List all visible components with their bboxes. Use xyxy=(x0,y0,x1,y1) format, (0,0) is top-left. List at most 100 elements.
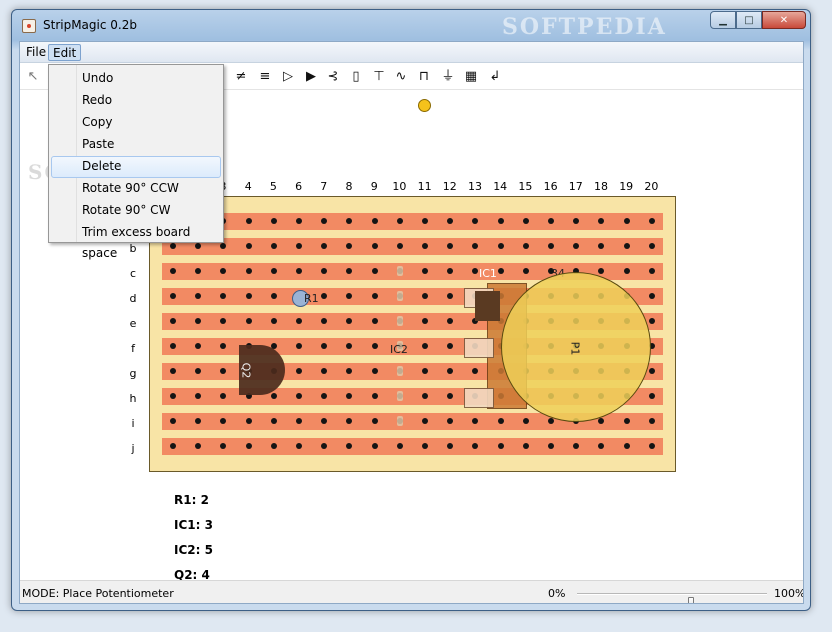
board-hole[interactable] xyxy=(170,368,176,374)
wire-icon[interactable]: ∿ xyxy=(392,68,410,86)
led-icon[interactable]: ▶ xyxy=(302,68,320,86)
board-hole[interactable] xyxy=(296,318,302,324)
board-hole[interactable] xyxy=(497,418,504,424)
track-cut[interactable] xyxy=(397,291,403,301)
board-hole[interactable] xyxy=(648,368,655,374)
board-hole[interactable] xyxy=(623,243,630,249)
board-hole[interactable] xyxy=(270,293,277,299)
board-hole[interactable] xyxy=(422,343,428,349)
board-hole[interactable] xyxy=(270,443,277,449)
board-hole[interactable] xyxy=(396,218,403,224)
link-icon[interactable]: ↲ xyxy=(486,68,504,86)
board-hole[interactable] xyxy=(371,318,378,324)
jumper-icon[interactable]: ⊤ xyxy=(370,68,388,86)
board-hole[interactable] xyxy=(296,268,302,274)
polarized-capacitor-icon[interactable]: ≡ xyxy=(256,68,274,86)
board-hole[interactable] xyxy=(623,268,630,274)
board-hole[interactable] xyxy=(422,218,428,224)
board-hole[interactable] xyxy=(648,243,655,249)
board-hole[interactable] xyxy=(497,243,504,249)
track-cut[interactable] xyxy=(397,366,403,376)
grid-icon[interactable]: ▦ xyxy=(462,68,480,86)
board-hole[interactable] xyxy=(422,368,428,374)
board-hole[interactable] xyxy=(245,418,252,424)
ic1-package[interactable] xyxy=(475,291,500,321)
board-hole[interactable] xyxy=(548,218,554,224)
board-hole[interactable] xyxy=(245,218,252,224)
board-hole[interactable] xyxy=(522,418,529,424)
board-hole[interactable] xyxy=(170,343,176,349)
board-hole[interactable] xyxy=(396,443,403,449)
track-cut[interactable] xyxy=(397,391,403,401)
edit-menu-item[interactable]: Delete xyxy=(51,156,221,178)
edit-menu-item[interactable]: Trim excess board space xyxy=(51,222,221,260)
transistor-icon[interactable]: ⊰ xyxy=(324,68,342,86)
board-hole[interactable] xyxy=(245,443,252,449)
board-hole[interactable] xyxy=(548,418,554,424)
edit-menu-item[interactable]: Rotate 90° CCW xyxy=(51,178,221,200)
board-hole[interactable] xyxy=(371,243,378,249)
board-hole[interactable] xyxy=(548,443,554,449)
board-hole[interactable] xyxy=(170,268,176,274)
board-hole[interactable] xyxy=(422,268,428,274)
capacitor-icon[interactable]: ≠ xyxy=(232,68,250,86)
board-hole[interactable] xyxy=(296,368,302,374)
board-hole[interactable] xyxy=(497,443,504,449)
board-hole[interactable] xyxy=(296,393,302,399)
track-cut[interactable] xyxy=(397,266,403,276)
menu-edit[interactable]: Edit xyxy=(48,44,82,61)
board-hole[interactable] xyxy=(422,418,428,424)
board-hole[interactable] xyxy=(422,318,428,324)
edit-menu-item[interactable]: Rotate 90° CW xyxy=(51,200,221,222)
board-hole[interactable] xyxy=(548,243,554,249)
board-hole[interactable] xyxy=(245,293,252,299)
board-hole[interactable] xyxy=(296,343,302,349)
board-hole[interactable] xyxy=(648,218,655,224)
track-cut[interactable] xyxy=(397,416,403,426)
board-hole[interactable] xyxy=(170,418,176,424)
board-hole[interactable] xyxy=(296,243,302,249)
edit-menu-item[interactable]: Paste xyxy=(51,134,221,156)
pad-icon[interactable]: ⊓ xyxy=(415,68,433,86)
ground-icon[interactable]: ⏚ xyxy=(439,68,457,86)
board-hole[interactable] xyxy=(422,443,428,449)
board-hole[interactable] xyxy=(371,218,378,224)
board-hole[interactable] xyxy=(522,218,529,224)
board-hole[interactable] xyxy=(170,293,176,299)
board-hole[interactable] xyxy=(245,318,252,324)
board-hole[interactable] xyxy=(497,218,504,224)
board-hole[interactable] xyxy=(270,318,277,324)
board-hole[interactable] xyxy=(270,418,277,424)
edit-menu-item[interactable]: Redo xyxy=(51,90,221,112)
board-hole[interactable] xyxy=(371,293,378,299)
board-hole[interactable] xyxy=(170,393,176,399)
board-hole[interactable] xyxy=(245,243,252,249)
edit-menu-item[interactable]: Copy xyxy=(51,112,221,134)
board-hole[interactable] xyxy=(296,443,302,449)
board-hole[interactable] xyxy=(296,418,302,424)
board-hole[interactable] xyxy=(522,243,529,249)
board-hole[interactable] xyxy=(623,418,630,424)
board-hole[interactable] xyxy=(371,368,378,374)
board-hole[interactable] xyxy=(648,268,655,274)
board-hole[interactable] xyxy=(371,343,378,349)
board-hole[interactable] xyxy=(371,393,378,399)
board-hole[interactable] xyxy=(648,318,655,324)
board-hole[interactable] xyxy=(396,243,403,249)
diode-icon[interactable]: ▷ xyxy=(279,68,297,86)
board-hole[interactable] xyxy=(497,268,504,274)
board-hole[interactable] xyxy=(648,418,655,424)
board-hole[interactable] xyxy=(371,268,378,274)
board-hole[interactable] xyxy=(623,218,630,224)
zoom-slider[interactable] xyxy=(577,593,767,603)
pad[interactable] xyxy=(464,388,494,408)
maximize-button[interactable]: □ xyxy=(736,11,762,29)
minimize-button[interactable]: ▁ xyxy=(710,11,736,29)
board-hole[interactable] xyxy=(270,243,277,249)
board-hole[interactable] xyxy=(522,268,529,274)
board-hole[interactable] xyxy=(648,293,655,299)
board-hole[interactable] xyxy=(648,393,655,399)
close-button[interactable]: ✕ xyxy=(762,11,806,29)
board-hole[interactable] xyxy=(623,443,630,449)
board-hole[interactable] xyxy=(422,243,428,249)
